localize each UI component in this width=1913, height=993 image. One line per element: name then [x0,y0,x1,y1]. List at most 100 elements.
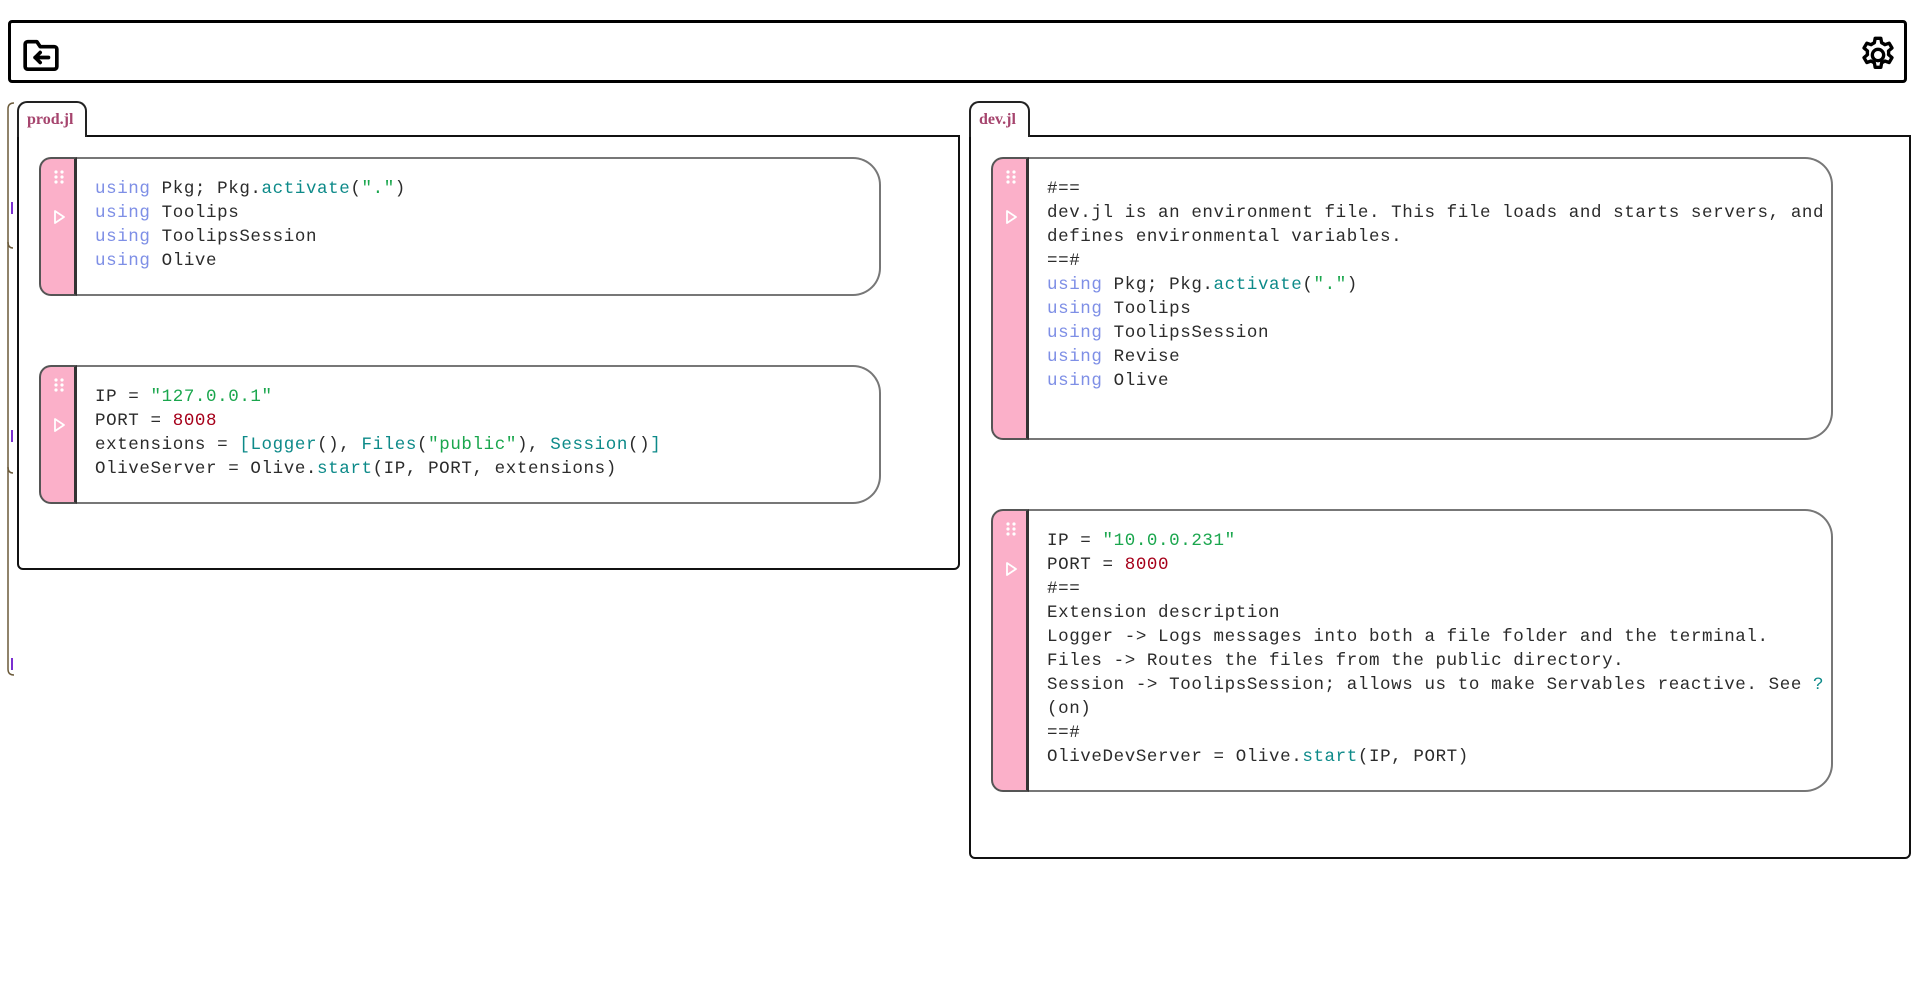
code-line: #== [1047,577,1824,601]
code-token: Files -> Routes the files from the publi… [1047,651,1625,671]
code-token: OliveDevServer = Olive. [1047,747,1303,767]
code-token: (), [317,435,362,455]
code-token: using [95,227,151,247]
code-line: IP = "10.0.0.231" [1047,529,1824,553]
code-text[interactable]: using Pkg; Pkg.activate(".") using Toolip… [95,177,406,273]
cell-editor[interactable]: #== dev.jl is an environment file. This f… [1029,157,1833,440]
project-panel-prod: using Pkg; Pkg.activate(".") using Toolip… [17,135,960,570]
code-token: () [627,435,651,455]
code-line: Session -> ToolipsSession; allows us to … [1047,673,1824,697]
code-line: using Revise [1047,345,1824,369]
cell-sidebar [39,365,77,504]
code-token: using [1047,347,1103,367]
code-line: using Olive [95,249,406,273]
code-token: using [1047,299,1103,319]
code-line: OliveServer = Olive.start(IP, PORT, exte… [95,457,661,481]
code-text[interactable]: IP = "10.0.0.231" PORT = 8000 #== Extension… [1047,529,1824,769]
code-token: Pkg; Pkg. [1102,275,1214,295]
code-token: PORT = [1047,555,1125,575]
code-token: using [95,203,151,223]
run-play-icon[interactable] [52,209,66,225]
code-line: OliveDevServer = Olive.start(IP, PORT) [1047,745,1824,769]
run-play-icon[interactable] [52,417,66,433]
run-play-icon[interactable] [1004,209,1018,225]
code-token: ? [1813,675,1825,695]
code-token: using [95,251,151,271]
code-token: ( [1302,275,1314,295]
code-token: 8008 [172,411,218,431]
code-token: Logger [250,435,318,455]
cell-editor[interactable]: IP = "10.0.0.231" PORT = 8000 #== Extension… [1029,509,1833,792]
code-token: activate [1213,275,1303,295]
code-line: PORT = 8008 [95,409,661,433]
cell-sidebar [991,157,1029,440]
code-token: (on) [1047,699,1092,719]
drag-grip-icon[interactable] [53,377,65,393]
code-token: defines environmental variables. [1047,227,1403,247]
code-token: start [1302,747,1358,767]
code-token: IP = [95,387,151,407]
code-token: PORT = [95,411,173,431]
code-token: 8000 [1124,555,1170,575]
code-line: Extension description [1047,601,1824,625]
gear-icon[interactable] [1858,35,1898,75]
code-token: Toolips [150,203,240,223]
code-token: ) [1346,275,1358,295]
code-token: ==# [1047,251,1081,271]
code-cell: IP = "127.0.0.1" PORT = 8008 extensions = … [39,365,881,504]
code-line: using Olive [1047,369,1824,393]
code-line: #== [1047,177,1824,201]
code-token: "127.0.0.1" [150,387,273,407]
code-text[interactable]: IP = "127.0.0.1" PORT = 8008 extensions = … [95,385,661,481]
cell-editor[interactable]: IP = "127.0.0.1" PORT = 8008 extensions = … [77,365,881,504]
folder-back-icon[interactable] [21,35,61,75]
code-token: (IP, PORT, extensions) [372,459,617,479]
code-token: using [1047,371,1103,391]
code-token: Session [550,435,628,455]
code-line: using ToolipsSession [1047,321,1824,345]
code-token: (IP, PORT) [1357,747,1469,767]
code-line: using ToolipsSession [95,225,406,249]
code-cell: using Pkg; Pkg.activate(".") using Toolip… [39,157,881,296]
code-token: ) [394,179,406,199]
code-line: Logger -> Logs messages into both a file… [1047,625,1824,649]
code-line: dev.jl is an environment file. This file… [1047,201,1824,225]
code-token: IP = [1047,531,1103,551]
run-play-icon[interactable] [1004,561,1018,577]
code-token: #== [1047,179,1081,199]
code-line: (on) [1047,697,1824,721]
cell-sidebar [991,509,1029,792]
code-line: ==# [1047,721,1824,745]
top-bar [8,20,1907,83]
drag-grip-icon[interactable] [1005,169,1017,185]
code-line: using Pkg; Pkg.activate(".") [1047,273,1824,297]
code-token: Session -> ToolipsSession; allows us to … [1047,675,1814,695]
project-panel-dev: #== dev.jl is an environment file. This f… [969,135,1911,859]
cell-bracket-rail [6,102,16,676]
tab-prod-jl[interactable]: prod.jl [17,101,88,137]
code-token: using [1047,323,1103,343]
code-token: using [95,179,151,199]
drag-grip-icon[interactable] [1005,521,1017,537]
code-token: Olive [150,251,218,271]
code-text[interactable]: #== dev.jl is an environment file. This f… [1047,177,1824,393]
code-token: "." [1313,275,1347,295]
code-token: using [1047,275,1103,295]
code-token: ( [350,179,362,199]
drag-grip-icon[interactable] [53,169,65,185]
code-token: "public" [428,435,517,455]
code-token: ==# [1047,723,1081,743]
tab-dev-jl[interactable]: dev.jl [969,101,1030,137]
code-token: Logger -> Logs messages into both a file… [1047,627,1769,647]
code-token: Toolips [1102,299,1192,319]
code-line: PORT = 8000 [1047,553,1824,577]
cell-editor[interactable]: using Pkg; Pkg.activate(".") using Toolip… [77,157,881,296]
cell-sidebar [39,157,77,296]
code-token: extensions = [95,435,240,455]
code-line: defines environmental variables. [1047,225,1824,249]
code-line: using Pkg; Pkg.activate(".") [95,177,406,201]
code-token: ( [417,435,429,455]
code-token: "." [361,179,395,199]
code-line: IP = "127.0.0.1" [95,385,661,409]
code-token: "10.0.0.231" [1102,531,1236,551]
